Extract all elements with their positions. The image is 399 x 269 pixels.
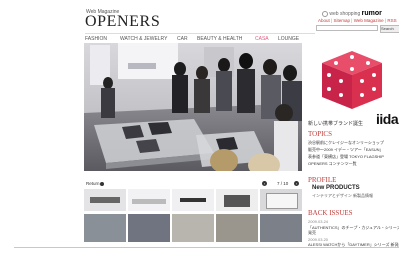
gallery-thumb[interactable] — [128, 189, 170, 211]
iida-cube-image — [322, 51, 382, 109]
gallery-thumb[interactable] — [128, 214, 170, 242]
nav-item-watch-jewelry[interactable]: WATCH & JEWELRY — [120, 36, 167, 42]
profile-subtitle: インテリアとデザイン 新製品情報 — [312, 193, 374, 198]
hero-photo[interactable] — [84, 43, 302, 171]
shopping-circle-icon — [322, 10, 328, 17]
profile-heading: PROFILE — [308, 176, 337, 184]
gallery-label[interactable]: Return — [86, 181, 100, 186]
gallery-thumb[interactable] — [84, 214, 126, 242]
nav-item-casa[interactable]: CASA — [255, 36, 269, 42]
gallery-thumb[interactable] — [172, 189, 214, 211]
footer-divider — [14, 247, 399, 248]
gallery-thumb[interactable] — [260, 214, 302, 242]
topic-item-4[interactable]: OPENERS コンテンツ一覧 — [308, 160, 398, 167]
search-button[interactable]: Search — [380, 25, 399, 33]
back-issue-text-1[interactable]: 「AUTHENTICS」のチープ・カジュアル・シリーズ「PL — [308, 225, 399, 231]
topic-item-2[interactable]: 販売中～2009 イデー・ツアー「EASUN」 — [308, 146, 398, 153]
feature-brand[interactable]: iida — [376, 111, 399, 127]
back-issues-list: 2009.03.24 「AUTHENTICS」のチープ・カジュアル・シリーズ「P… — [308, 219, 399, 248]
nav-item-car[interactable]: CAR — [177, 36, 188, 42]
topic-item-3[interactable]: 表参道「東横店」登場 TOKYO FLAGSHIP — [308, 153, 398, 160]
gallery-thumb[interactable] — [216, 189, 258, 211]
main-nav: FASHION WATCH & JEWELRY CAR BEAUTY & HEA… — [85, 33, 315, 42]
profile-title[interactable]: New PRODUCTS — [312, 185, 360, 191]
search-input[interactable] — [316, 25, 378, 31]
back-issue-extra-1: 発売 — [308, 230, 316, 235]
web-shopping-brand: rumor — [361, 10, 382, 17]
gallery-prev-icon[interactable]: ‹ — [262, 181, 267, 186]
top-link-about[interactable]: About — [318, 18, 330, 23]
back-issues-heading: BACK ISSUES — [308, 209, 353, 217]
exhibition-scene-image — [84, 43, 302, 171]
nav-item-beauty-health[interactable]: BEAUTY & HEALTH — [197, 36, 242, 42]
gallery-thumb[interactable] — [172, 214, 214, 242]
feature-caption[interactable]: 新しい携帯ブランド誕生 — [308, 120, 363, 127]
gallery-thumb[interactable] — [216, 214, 258, 242]
gallery-counter: 7 / 10 — [277, 181, 289, 186]
site-logo[interactable]: OPENERS — [85, 13, 160, 31]
web-shopping-label: web shopping — [329, 11, 361, 17]
topic-item-1[interactable]: 渋谷駅前にクレイジーなオンリーショップ — [308, 139, 398, 146]
nav-item-fashion[interactable]: FASHION — [85, 36, 107, 42]
gallery-thumb[interactable] — [84, 189, 126, 211]
nav-item-lounge[interactable]: LOUNGE — [278, 36, 299, 42]
topics-heading: TOPICS — [308, 130, 332, 138]
top-link-web-magazine[interactable]: Web Magazine — [354, 18, 384, 23]
gallery-thumb[interactable] — [260, 189, 302, 211]
top-link-sitemap[interactable]: Sitemap — [333, 18, 350, 23]
web-shopping-link[interactable]: web shopping rumor — [322, 10, 382, 17]
gallery-arrow-icon — [100, 182, 104, 186]
gallery-next-icon[interactable]: › — [294, 181, 299, 186]
top-links: About | Sitemap | Web Magazine | RSS — [318, 18, 397, 23]
top-link-rss[interactable]: RSS — [387, 18, 396, 23]
feature-image[interactable] — [304, 43, 399, 113]
topics-list: 渋谷駅前にクレイジーなオンリーショップ 販売中～2009 イデー・ツアー「EAS… — [308, 139, 398, 167]
